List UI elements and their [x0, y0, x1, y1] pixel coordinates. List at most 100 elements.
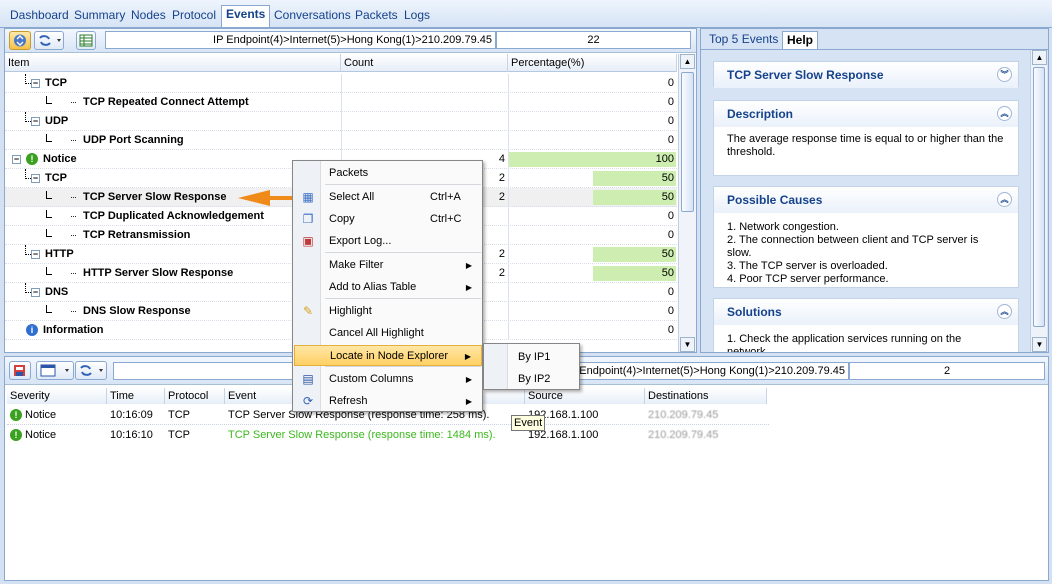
menu-item-copy[interactable]: Copy Ctrl+C	[321, 209, 482, 230]
count-cell	[341, 74, 508, 93]
submenu-by-ip1[interactable]: By IP1	[518, 347, 550, 367]
scroll-down-arrow[interactable]: ▼	[1032, 337, 1047, 352]
scroll-up-arrow[interactable]: ▲	[1032, 50, 1047, 65]
tooltip: Event	[511, 415, 546, 431]
tree-row[interactable]: ··· UDP Port Scanning 0	[5, 131, 677, 150]
menu-item-custom-columns[interactable]: Custom Columns ▶	[321, 369, 482, 390]
submenu-arrow-icon: ▶	[464, 352, 471, 361]
tree-label: TCP Server Slow Response	[83, 191, 227, 203]
column-source[interactable]: Source	[525, 388, 645, 404]
select-all-icon: ▦	[302, 190, 314, 204]
menu-item-highlight[interactable]: Highlight	[321, 301, 482, 322]
menu-item-make-filter[interactable]: Make Filter ▶	[321, 255, 482, 276]
notice-icon: !	[10, 429, 22, 442]
tab-conversations[interactable]: Conversations	[270, 7, 355, 25]
scroll-thumb[interactable]	[681, 72, 694, 212]
description-heading: Description	[727, 107, 794, 121]
expand-icon[interactable]: ︾	[997, 67, 1012, 82]
tab-protocol[interactable]: Protocol	[168, 7, 220, 25]
refresh-dropdown-button[interactable]	[34, 31, 64, 50]
help-scrollbar[interactable]: ▲ ▼	[1030, 50, 1047, 352]
tree-row[interactable]: ··· TCP Repeated Connect Attempt 0	[5, 93, 677, 112]
collapse-toggle[interactable]: −	[31, 79, 40, 88]
collapse-toggle[interactable]: −	[31, 174, 40, 183]
tab-help[interactable]: Help	[782, 31, 819, 49]
tree-row[interactable]: − TCP 0	[5, 74, 677, 93]
menu-separator	[325, 184, 481, 185]
scroll-up-arrow[interactable]: ▲	[680, 54, 695, 69]
collapse-icon[interactable]: ︽	[997, 304, 1012, 319]
column-time[interactable]: Time	[107, 388, 165, 404]
destination-cell: 210.209.79.45	[648, 409, 719, 421]
scroll-down-arrow[interactable]: ▼	[680, 337, 695, 352]
export-icon	[14, 365, 25, 376]
column-count[interactable]: Count	[341, 54, 508, 72]
tab-packets[interactable]: Packets	[351, 7, 402, 25]
main-tab-bar: Dashboard Summary Nodes Protocol Events …	[0, 0, 1052, 28]
cause-item: 2. The connection between client and TCP…	[727, 234, 979, 259]
submenu-by-ip2[interactable]: By IP2	[518, 369, 550, 389]
path-breadcrumb: IP Endpoint(4)>Internet(5)>Hong Kong(1)>…	[105, 31, 496, 49]
scroll-thumb[interactable]	[1033, 67, 1045, 327]
column-destinations[interactable]: Destinations	[645, 388, 767, 404]
refresh-dropdown-button[interactable]	[75, 361, 107, 380]
submenu-arrow-icon: ▶	[465, 283, 472, 292]
help-panel: Top 5 Events Help TCP Server Slow Respon…	[700, 28, 1049, 353]
collapse-toggle[interactable]: −	[31, 288, 40, 297]
tree-label: TCP Repeated Connect Attempt	[83, 96, 249, 108]
tab-logs[interactable]: Logs	[400, 7, 434, 25]
percentage-cell: 0	[508, 207, 677, 226]
log-row[interactable]: ! Notice 10:16:10 TCP TCP Server Slow Respon…	[7, 426, 769, 445]
causes-card: Possible Causes ︽ 1. Network congestion. …	[713, 186, 1019, 288]
menu-item-add-to-alias-table[interactable]: Add to Alias Table ▶	[321, 277, 482, 298]
collapse-toggle[interactable]: −	[31, 117, 40, 126]
tab-nodes[interactable]: Nodes	[127, 7, 170, 25]
info-icon: i	[26, 324, 38, 336]
menu-item-export-log[interactable]: Export Log...	[321, 231, 482, 252]
view-mode-button[interactable]	[9, 31, 31, 50]
collapse-icon[interactable]: ︽	[997, 192, 1012, 207]
percentage-cell: 100	[508, 150, 677, 169]
menu-item-select-all[interactable]: Select All Ctrl+A	[321, 187, 482, 208]
tree-label: TCP Duplicated Acknowledgement	[83, 210, 264, 222]
columns-dropdown-button[interactable]	[36, 361, 74, 380]
cause-item: 1. Network congestion.	[727, 221, 839, 233]
tab-top-5-events[interactable]: Top 5 Events	[705, 31, 782, 49]
column-item[interactable]: Item	[5, 54, 341, 72]
column-severity[interactable]: Severity	[7, 388, 107, 404]
menu-item-cancel-all-highlight[interactable]: Cancel All Highlight	[321, 323, 482, 344]
tab-summary[interactable]: Summary	[70, 7, 129, 25]
severity-cell: Notice	[25, 429, 57, 441]
events-grid-header: Item Count Percentage(%)	[5, 54, 677, 72]
event-cell: TCP Server Slow Response (response time:…	[228, 429, 496, 441]
count-cell	[341, 131, 508, 150]
solutions-heading: Solutions	[727, 305, 782, 319]
collapse-icon[interactable]: ︽	[997, 106, 1012, 121]
collapse-toggle[interactable]: −	[12, 155, 21, 164]
count-cell	[341, 112, 508, 131]
tree-label: TCP	[45, 172, 67, 184]
menu-item-refresh[interactable]: Refresh ▶	[321, 391, 482, 412]
export-log-button[interactable]	[9, 361, 31, 380]
highlight-icon: ✎	[302, 304, 314, 318]
submenu-arrow-icon: ▶	[465, 261, 472, 270]
collapse-toggle[interactable]: −	[31, 250, 40, 259]
tree-label: DNS	[45, 286, 69, 298]
column-percentage[interactable]: Percentage(%)	[508, 54, 677, 72]
table-view-button[interactable]	[76, 31, 96, 50]
submenu-arrow-icon: ▶	[465, 375, 472, 384]
export-icon: ▣	[302, 234, 314, 248]
tree-row[interactable]: − UDP 0	[5, 112, 677, 131]
tab-events[interactable]: Events	[221, 5, 271, 27]
percentage-cell: 0	[508, 131, 677, 150]
menu-item-locate-in-node-explorer[interactable]: Locate in Node Explorer ▶	[294, 345, 482, 366]
column-protocol[interactable]: Protocol	[165, 388, 225, 404]
events-scrollbar[interactable]: ▲ ▼	[678, 54, 696, 352]
refresh-icon	[39, 35, 61, 46]
tab-dashboard[interactable]: Dashboard	[6, 7, 73, 25]
causes-heading: Possible Causes	[727, 193, 823, 207]
tree-label: HTTP Server Slow Response	[83, 267, 234, 279]
percentage-cell: 0	[508, 302, 677, 321]
description-text: The average response time is equal to or…	[727, 133, 1004, 158]
menu-item-packets[interactable]: Packets	[321, 163, 482, 184]
